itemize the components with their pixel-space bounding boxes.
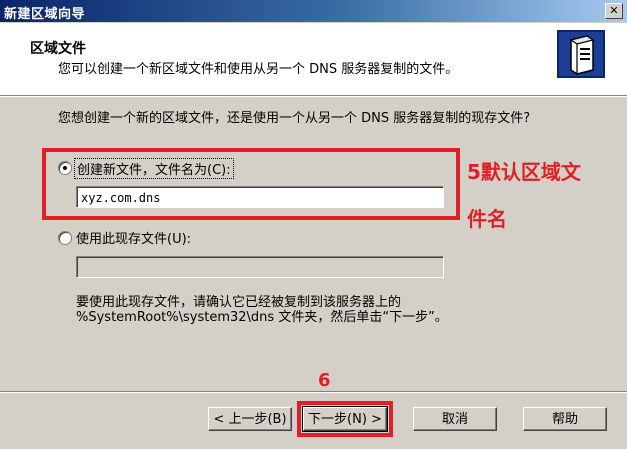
annotation-step6: 6: [318, 370, 331, 391]
annotation-step5-line1: 5默认区域文: [467, 160, 581, 184]
highlight-filename-box: [42, 148, 460, 220]
help-button[interactable]: 帮助: [523, 407, 607, 431]
cancel-button[interactable]: 取消: [413, 407, 497, 431]
annotation-step5-line2: 件名: [467, 207, 507, 231]
footer-divider-highlight: [0, 392, 627, 393]
use-existing-label[interactable]: 使用此现存文件(U):: [76, 228, 191, 247]
wizard-header: 区域文件 您可以创建一个新区域文件和使用从另一个 DNS 服务器复制的文件。: [0, 23, 627, 96]
page-title: 区域文件: [30, 41, 86, 57]
header-divider: [0, 96, 627, 97]
existing-file-input: [76, 256, 444, 278]
note-line-2: %SystemRoot%\system32\dns 文件夹，然后单击“下一步”。: [76, 310, 448, 325]
existing-file-note: 要使用此现存文件，请确认它已经被复制到该服务器上的 %SystemRoot%\s…: [76, 295, 448, 325]
close-button[interactable]: ✕: [605, 3, 623, 19]
window-title: 新建区域向导: [4, 7, 86, 22]
question-text: 您想创建一个新的区域文件，还是使用一个从另一个 DNS 服务器复制的现存文件?: [58, 111, 531, 126]
server-icon: [557, 30, 605, 78]
back-button[interactable]: < 上一步(B): [208, 407, 292, 431]
title-bar: 新建区域向导 ✕: [0, 0, 627, 22]
page-subtitle: 您可以创建一个新区域文件和使用从另一个 DNS 服务器复制的文件。: [58, 62, 459, 77]
note-line-1: 要使用此现存文件，请确认它已经被复制到该服务器上的: [76, 295, 402, 310]
radio-use-existing[interactable]: [58, 231, 72, 245]
close-icon: ✕: [609, 4, 619, 17]
highlight-next-button: [297, 401, 393, 437]
